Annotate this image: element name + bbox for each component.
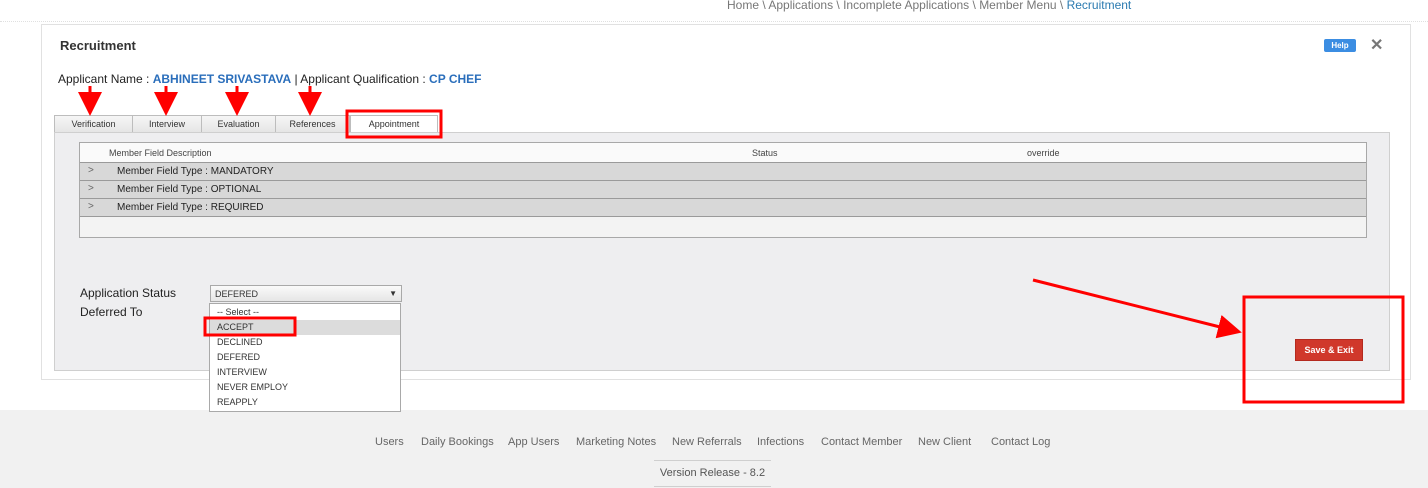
chevron-right-icon[interactable]: > [88,165,94,176]
help-button[interactable]: Help [1324,39,1356,52]
option-never-employ[interactable]: NEVER EMPLOY [210,380,400,395]
column-header-override: override [1027,148,1060,158]
breadcrumb-separator: \ [1056,0,1067,12]
breadcrumb-incomplete-applications[interactable]: Incomplete Applications [843,0,969,12]
applicant-name-value: ABHINEET SRIVASTAVA [152,72,292,86]
group-row-required[interactable]: > Member Field Type : REQUIRED [80,199,1366,217]
chevron-right-icon[interactable]: > [88,201,94,212]
tab-verification[interactable]: Verification [54,115,133,133]
breadcrumb-member-menu[interactable]: Member Menu [979,0,1056,12]
footer-link-users[interactable]: Users [375,436,404,448]
column-header-status: Status [752,148,778,158]
footer-link-app-users[interactable]: App Users [508,436,559,448]
breadcrumb-home[interactable]: Home [727,0,759,12]
member-fields-grid: Member Field Description Status override… [79,142,1367,238]
option-reapply[interactable]: REAPPLY [210,395,400,410]
deferred-to-label: Deferred To [80,305,143,319]
option-defered[interactable]: DEFERED [210,350,400,365]
breadcrumb-separator: \ [759,0,769,12]
applicant-qualification-label: | Applicant Qualification : [291,72,430,86]
group-row-mandatory[interactable]: > Member Field Type : MANDATORY [80,163,1366,181]
group-row-optional[interactable]: > Member Field Type : OPTIONAL [80,181,1366,199]
option-select-placeholder[interactable]: -- Select -- [210,305,400,320]
footer-link-contact-member[interactable]: Contact Member [821,436,902,448]
group-row-label: Member Field Type : OPTIONAL [117,184,262,195]
option-label: DEFERED [217,352,261,362]
option-accept[interactable]: ACCEPT [210,320,400,335]
breadcrumb-applications[interactable]: Applications [768,0,833,12]
footer-link-new-client[interactable]: New Client [918,436,971,448]
chevron-right-icon[interactable]: > [88,183,94,194]
breadcrumb: Home \ Applications \ Incomplete Applica… [727,0,1131,12]
option-label: INTERVIEW [217,367,267,377]
option-label: NEVER EMPLOY [217,382,289,392]
column-header-description: Member Field Description [109,148,212,158]
option-label: ACCEPT [217,322,254,332]
status-dropdown-list: -- Select -- ACCEPT DECLINED DEFERED INT… [209,303,401,412]
applicant-name-label: Applicant Name : [58,72,153,86]
applicant-info: Applicant Name : ABHINEET SRIVASTAVA | A… [58,72,481,86]
application-status-select[interactable]: DEFERED ▼ [210,285,402,302]
header-divider [0,21,1428,22]
version-label: Version Release - 8.2 [654,460,771,487]
selected-value: DEFERED [215,289,259,299]
save-and-exit-button[interactable]: Save & Exit [1295,339,1363,361]
footer-link-new-referrals[interactable]: New Referrals [672,436,742,448]
group-row-label: Member Field Type : MANDATORY [117,166,274,177]
chevron-down-icon[interactable]: ▼ [389,286,397,301]
group-row-label: Member Field Type : REQUIRED [117,202,264,213]
tab-references[interactable]: References [275,115,350,133]
application-status-label: Application Status [80,286,177,300]
footer-link-daily-bookings[interactable]: Daily Bookings [421,436,494,448]
option-interview[interactable]: INTERVIEW [210,365,400,380]
option-label: -- Select -- [217,307,260,317]
footer-link-infections[interactable]: Infections [757,436,804,448]
footer-link-marketing-notes[interactable]: Marketing Notes [576,436,656,448]
option-declined[interactable]: DECLINED [210,335,400,350]
breadcrumb-current: Recruitment [1066,0,1132,12]
breadcrumb-separator: \ [969,0,980,12]
tab-evaluation[interactable]: Evaluation [201,115,276,133]
close-icon[interactable]: ✕ [1370,35,1383,55]
footer: Users Daily Bookings App Users Marketing… [0,410,1428,488]
option-label: DECLINED [217,337,263,347]
breadcrumb-separator: \ [833,0,844,12]
footer-link-contact-log[interactable]: Contact Log [991,436,1050,448]
panel-title: Recruitment [60,38,136,53]
tab-interview[interactable]: Interview [132,115,202,133]
option-label: REAPPLY [217,397,258,407]
grid-header: Member Field Description Status override [80,143,1366,163]
applicant-qualification-value: CP CHEF [429,72,482,86]
